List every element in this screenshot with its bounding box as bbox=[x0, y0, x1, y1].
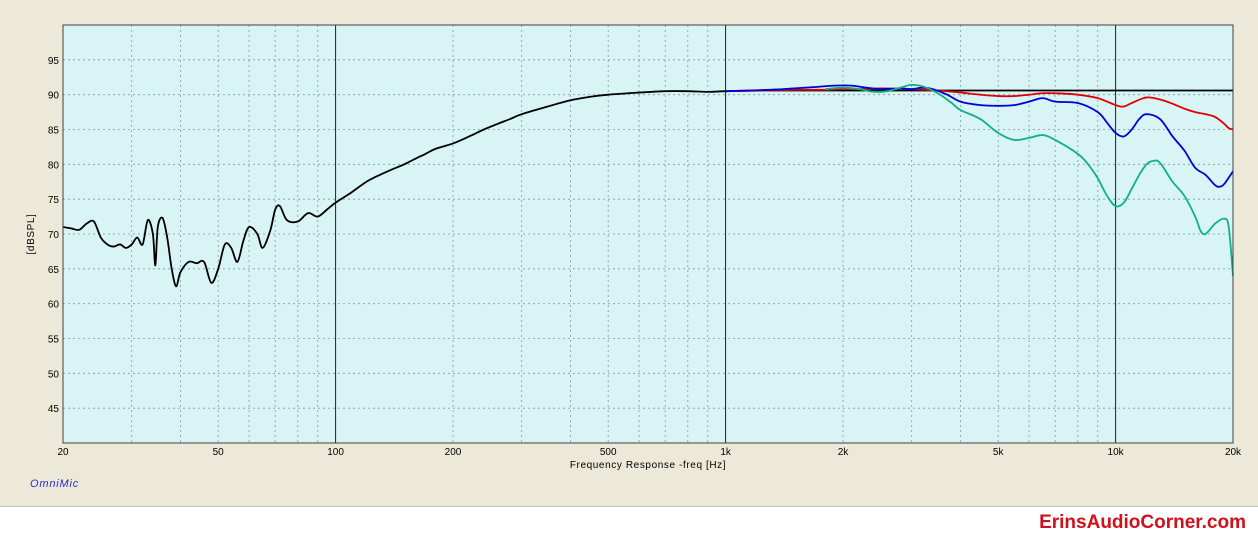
x-tick-label: 100 bbox=[327, 447, 344, 458]
x-tick-label: 1k bbox=[720, 447, 732, 458]
y-tick-label: 45 bbox=[48, 404, 60, 415]
y-tick-label: 80 bbox=[48, 160, 60, 171]
x-tick-label: 200 bbox=[445, 447, 462, 458]
x-tick-label: 500 bbox=[600, 447, 617, 458]
y-tick-label: 60 bbox=[48, 300, 60, 311]
frequency-response-chart: 20 50 100 200 500 1k 2k 5k 10k 20k 45 50 55 60 65 70 75 8… bbox=[26, 24, 1242, 471]
y-tick-label: 70 bbox=[48, 230, 60, 241]
y-tick-label: 95 bbox=[48, 56, 60, 67]
omnimic-label: OmniMic bbox=[30, 478, 79, 490]
x-tick-label: 20k bbox=[1225, 447, 1242, 458]
y-tick-label: 90 bbox=[48, 91, 60, 102]
y-tick-label: 50 bbox=[48, 369, 60, 380]
x-tick-label: 10k bbox=[1108, 447, 1125, 458]
x-tick-label: 5k bbox=[993, 447, 1005, 458]
x-tick-label: 20 bbox=[57, 447, 69, 458]
y-tick-label: 65 bbox=[48, 265, 60, 276]
x-axis-label: Frequency Response -freq [Hz] bbox=[570, 460, 726, 471]
y-axis-label: [dBSPL] bbox=[26, 214, 37, 255]
x-tick-label: 50 bbox=[213, 447, 225, 458]
x-tick-label: 2k bbox=[838, 447, 850, 458]
y-tick-label: 55 bbox=[48, 335, 60, 346]
watermark: ErinsAudioCorner.com bbox=[1039, 512, 1246, 533]
y-tick-label: 75 bbox=[48, 195, 60, 206]
y-tick-label: 85 bbox=[48, 126, 60, 137]
